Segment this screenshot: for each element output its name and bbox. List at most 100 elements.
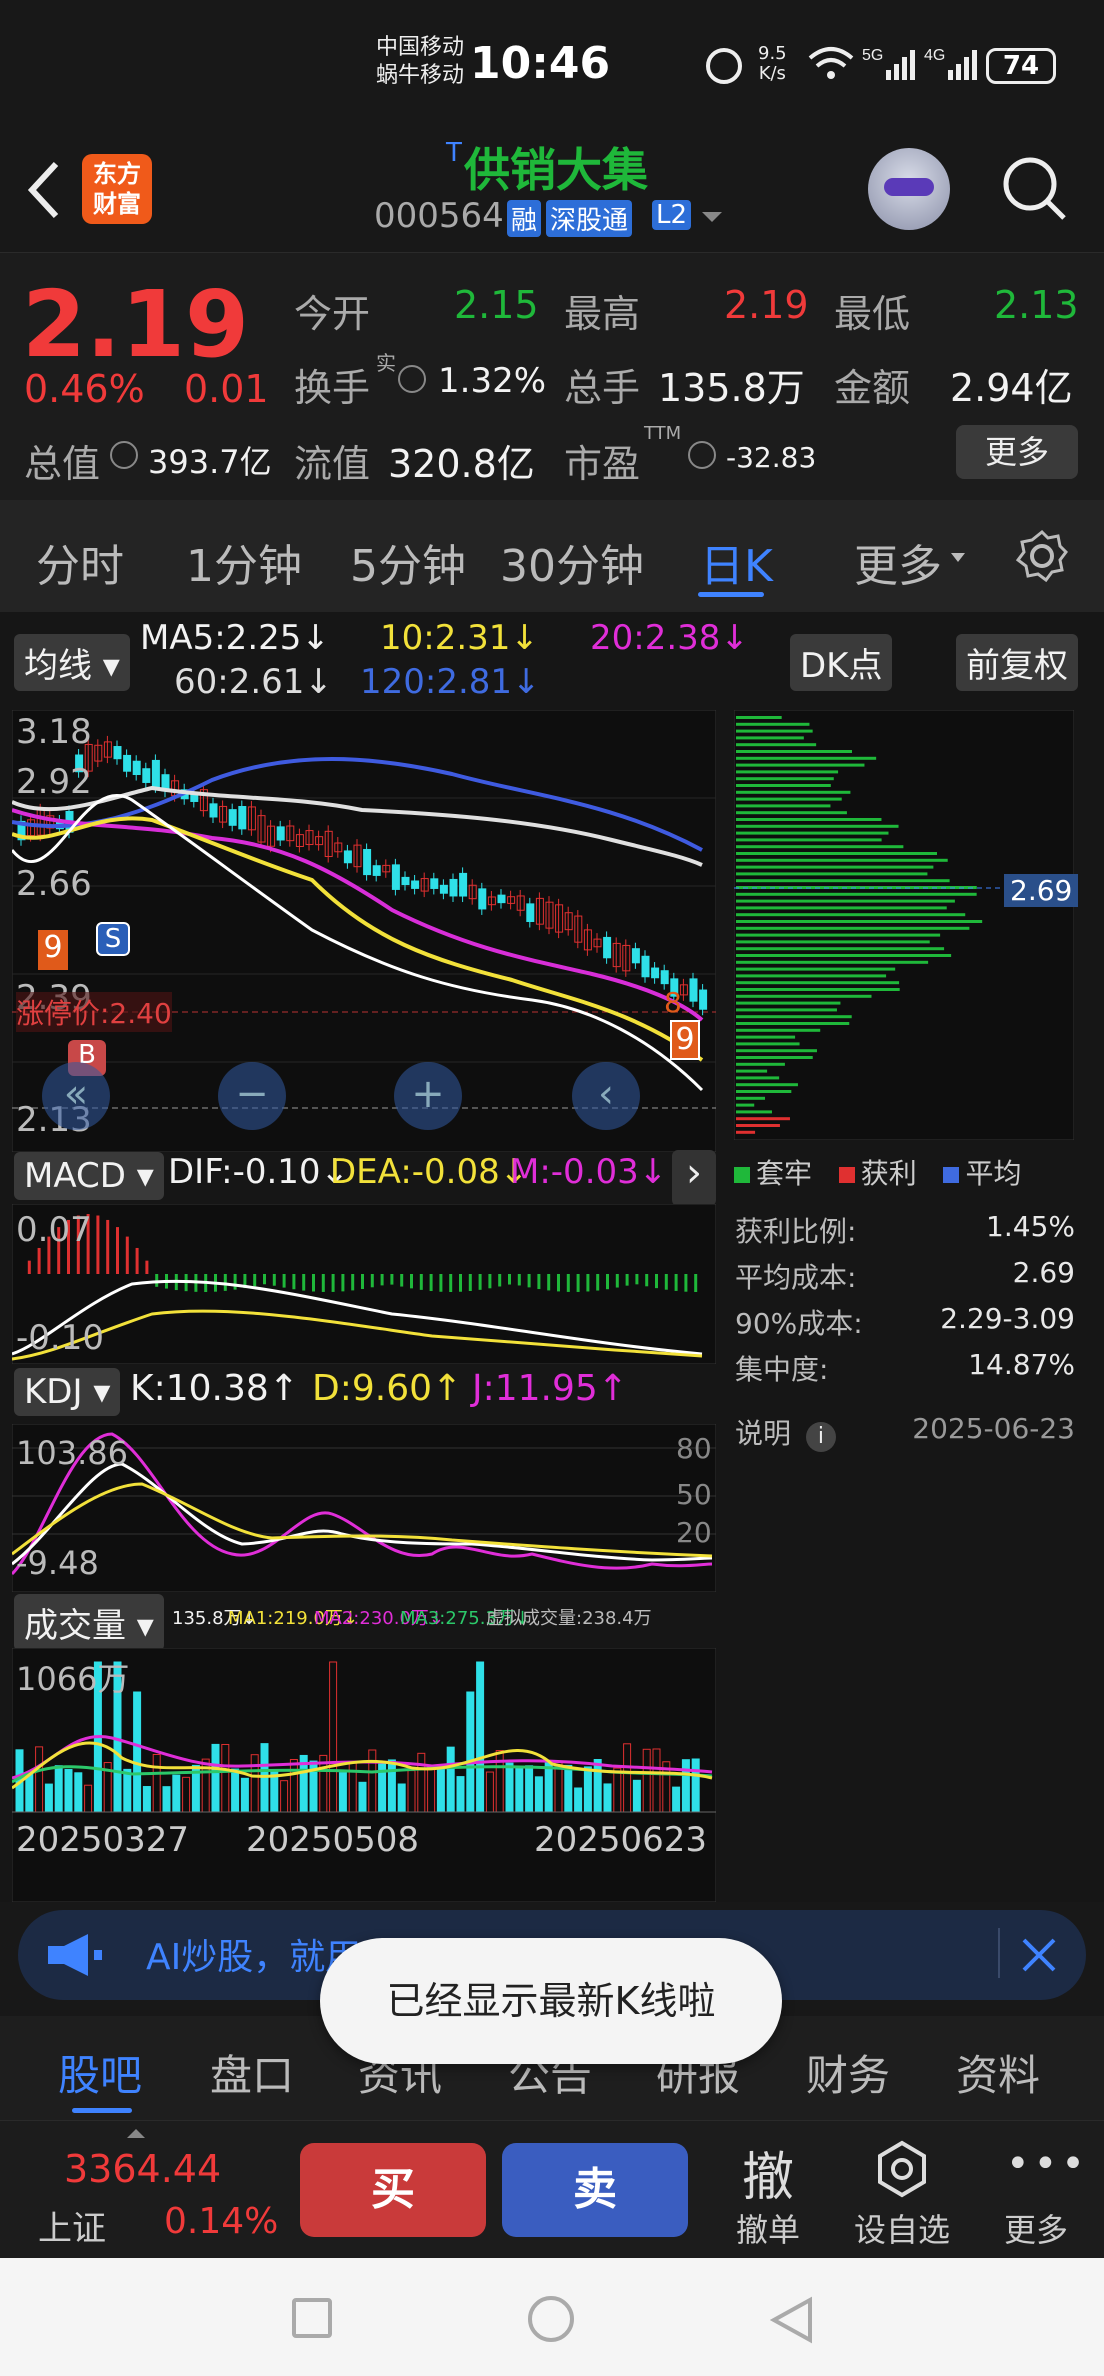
macd-bar <box>263 1274 266 1285</box>
ma5-value: MA5:2.25↓ <box>140 618 330 658</box>
more-button[interactable]: 更多 <box>1004 2205 1068 2251</box>
macd-bar <box>331 1274 335 1292</box>
info-icon[interactable] <box>688 441 716 469</box>
recent-apps-icon[interactable] <box>292 2298 332 2338</box>
tab-more[interactable]: 更多 <box>854 530 942 594</box>
more-icon[interactable]: ••• <box>1006 2141 1089 2187</box>
chip-bar <box>736 1124 780 1127</box>
chip-bar <box>736 1117 790 1121</box>
chip-bar <box>736 784 831 787</box>
candle <box>391 864 400 890</box>
info-icon[interactable]: i <box>805 1422 836 1452</box>
candle <box>449 878 458 897</box>
expand-icon[interactable]: › <box>672 1150 716 1206</box>
profit-ratio-row: 获利比例: 1.45% <box>735 1210 1075 1250</box>
volume-bar <box>358 1781 367 1813</box>
chip-bar <box>736 824 899 828</box>
add-watchlist-button[interactable]: 设自选 <box>854 2205 950 2251</box>
chip-bar <box>736 974 887 978</box>
macd-bar <box>537 1274 541 1290</box>
svg-text:5G: 5G <box>862 47 883 64</box>
kdj-select[interactable]: KDJ ▾ <box>14 1368 121 1416</box>
kdj-k: K:10.38↑ <box>130 1368 299 1409</box>
cancel-order-icon[interactable]: 撤 <box>742 2135 794 2210</box>
chip-bar <box>736 1130 756 1134</box>
concentration-label: 集中度: <box>735 1353 829 1386</box>
close-icon[interactable] <box>1020 1936 1058 1974</box>
volume-bar <box>44 1783 53 1813</box>
chip-bar <box>736 736 804 740</box>
back-nav-icon[interactable] <box>770 2296 814 2344</box>
note-label[interactable]: 说明 <box>735 1417 791 1450</box>
chevron-up-icon[interactable] <box>126 2127 146 2139</box>
kdj-20: 20 <box>676 1516 712 1549</box>
tab-profile[interactable]: 资料 <box>956 2042 1040 2103</box>
volume-value: 135.8万 <box>658 366 805 410</box>
candle <box>430 878 439 889</box>
eastmoney-logo[interactable]: 东方 财富 <box>82 154 152 224</box>
info-icon[interactable] <box>110 441 138 469</box>
more-quote-button[interactable]: 更多 <box>956 425 1078 479</box>
tab-daily-k[interactable]: 日K <box>700 530 773 594</box>
tab-5min[interactable]: 5分钟 <box>350 530 466 594</box>
gear-icon[interactable] <box>1014 528 1070 584</box>
legend-avg: 平均 <box>965 1157 1022 1190</box>
macd-bar <box>429 1274 433 1292</box>
volume-bar <box>123 1768 132 1813</box>
chip-bar <box>736 1110 772 1114</box>
hexagon-settings-icon[interactable] <box>872 2139 932 2199</box>
chip-bar <box>736 797 842 801</box>
cost90-value: 2.29-3.09 <box>940 1302 1075 1335</box>
tab-financials[interactable]: 财务 <box>806 2042 890 2103</box>
volume-select[interactable]: 成交量 ▾ <box>14 1594 164 1651</box>
ma-select[interactable]: 均线 ▾ <box>14 634 130 691</box>
volume-bar <box>593 1758 602 1813</box>
back-icon[interactable] <box>22 158 66 222</box>
kline-y-2: 2.92 <box>16 762 92 802</box>
tab-1min[interactable]: 1分钟 <box>186 530 302 594</box>
tab-orderbook[interactable]: 盘口 <box>210 2042 294 2103</box>
tab-30min[interactable]: 30分钟 <box>500 530 644 594</box>
search-icon[interactable] <box>1000 154 1070 224</box>
zoom-in-icon[interactable]: + <box>394 1062 462 1130</box>
last-price: 2.19 <box>22 271 249 378</box>
index-change[interactable]: 0.14% <box>164 2201 278 2242</box>
dk-point-button[interactable]: DK点 <box>790 634 893 691</box>
chip-bar <box>736 770 839 774</box>
candle <box>439 884 448 894</box>
home-icon[interactable] <box>528 2296 574 2342</box>
macd-select[interactable]: MACD ▾ <box>14 1152 164 1200</box>
volume-bar <box>466 1691 475 1813</box>
chip-bar <box>736 933 941 937</box>
tab-intraday[interactable]: 分时 <box>36 530 124 594</box>
amount-value: 2.94亿 <box>950 366 1073 410</box>
ai-robot-avatar[interactable] <box>868 148 950 230</box>
rewind-icon[interactable]: « <box>42 1062 110 1130</box>
adjust-button[interactable]: 前复权 <box>956 634 1078 691</box>
index-value[interactable]: 3364.44 <box>64 2147 221 2191</box>
avg-cost-label: 平均成本: <box>735 1261 857 1294</box>
macd-bar <box>116 1227 119 1274</box>
macd-bar <box>459 1274 462 1292</box>
buy-button[interactable]: 买 <box>300 2143 486 2237</box>
macd-dif: DIF:-0.10↓ <box>168 1152 350 1192</box>
macd-bar <box>125 1236 129 1274</box>
index-name[interactable]: 上证 <box>38 2201 106 2250</box>
volume-y-top: 1066万 <box>16 1660 130 1698</box>
chevron-down-icon[interactable] <box>700 210 724 226</box>
volume-bar <box>446 1746 455 1813</box>
macd-bar <box>576 1274 580 1292</box>
tab-guba[interactable]: 股吧 <box>58 2042 142 2103</box>
chart-area: 均线 ▾ MA5:2.25↓ 10:2.31↓ 20:2.38↓ 60:2.61… <box>0 612 1104 1902</box>
amount-label: 金额 <box>834 366 911 410</box>
chip-bar <box>736 845 904 849</box>
low-label: 最低 <box>834 292 911 336</box>
logo-text-2: 财富 <box>93 190 141 218</box>
prev-icon[interactable]: ‹ <box>572 1062 640 1130</box>
info-icon[interactable] <box>398 365 426 393</box>
sell-button[interactable]: 卖 <box>502 2143 688 2237</box>
sell-marker[interactable]: S <box>96 922 130 956</box>
zoom-out-icon[interactable]: − <box>218 1062 286 1130</box>
cancel-order-button[interactable]: 撤单 <box>736 2205 800 2251</box>
battery-level: 74 <box>1002 51 1040 81</box>
